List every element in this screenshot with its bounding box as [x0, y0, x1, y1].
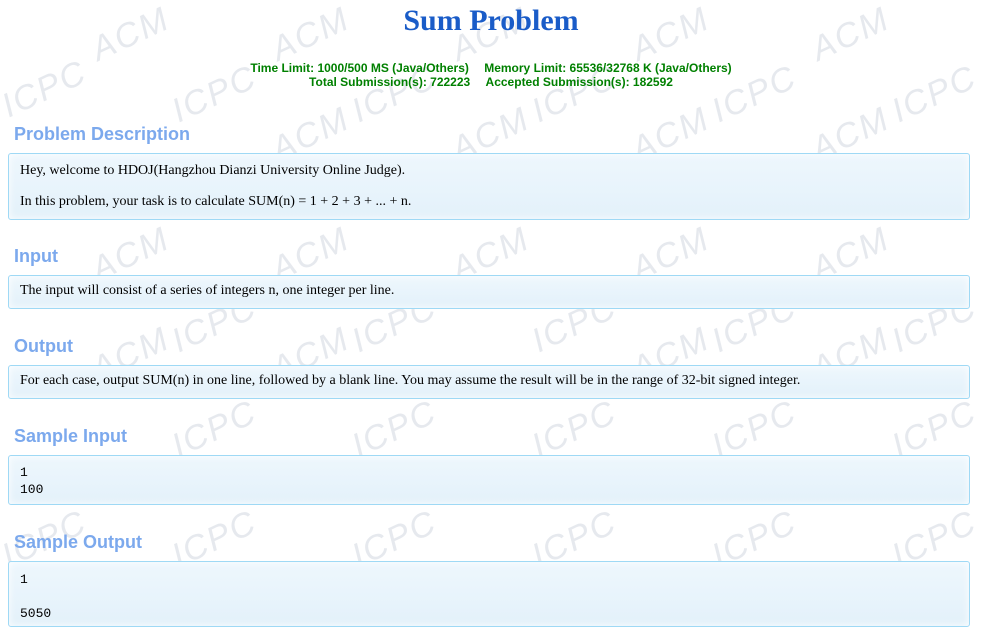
description-paragraph: Hey, welcome to HDOJ(Hangzhou Dianzi Uni… — [20, 163, 406, 178]
sample-input-panel: 1 100 — [8, 455, 970, 505]
input-heading: Input — [14, 246, 58, 266]
description-paragraph: In this problem, your task is to calcula… — [20, 194, 412, 209]
sample-input-heading: Sample Input — [14, 426, 128, 446]
watermark: ACM ICPC ICPC ACM ICPC ACM ICPC ACM ICPC… — [0, 0, 982, 631]
output-heading: Output — [14, 336, 73, 356]
submissions-line: Total Submission(s): 722223 Accepted Sub… — [0, 75, 982, 89]
problem-meta: Time Limit: 1000/500 MS (Java/Others) Me… — [0, 61, 982, 89]
input-text: The input will consist of a series of in… — [20, 283, 395, 298]
input-panel: The input will consist of a series of in… — [8, 275, 970, 309]
description-panel: Hey, welcome to HDOJ(Hangzhou Dianzi Uni… — [8, 153, 970, 220]
sample-output-panel: 1 5050 — [8, 561, 970, 627]
output-text: For each case, output SUM(n) in one line… — [20, 373, 801, 388]
output-panel: For each case, output SUM(n) in one line… — [8, 365, 970, 399]
limits-line: Time Limit: 1000/500 MS (Java/Others) Me… — [0, 61, 982, 75]
total-submissions: Total Submission(s): 722223 — [309, 75, 471, 89]
page-title: Sum Problem — [403, 4, 579, 37]
accepted-submissions: Accepted Submission(s): 182592 — [485, 75, 673, 89]
time-limit: Time Limit: 1000/500 MS (Java/Others) — [250, 61, 469, 75]
sample-output-heading: Sample Output — [14, 532, 143, 552]
description-heading: Problem Description — [14, 124, 191, 144]
memory-limit: Memory Limit: 65536/32768 K (Java/Others… — [484, 61, 732, 75]
sample-output-code: 1 5050 — [20, 572, 52, 621]
sample-input-code: 1 100 — [20, 465, 44, 497]
